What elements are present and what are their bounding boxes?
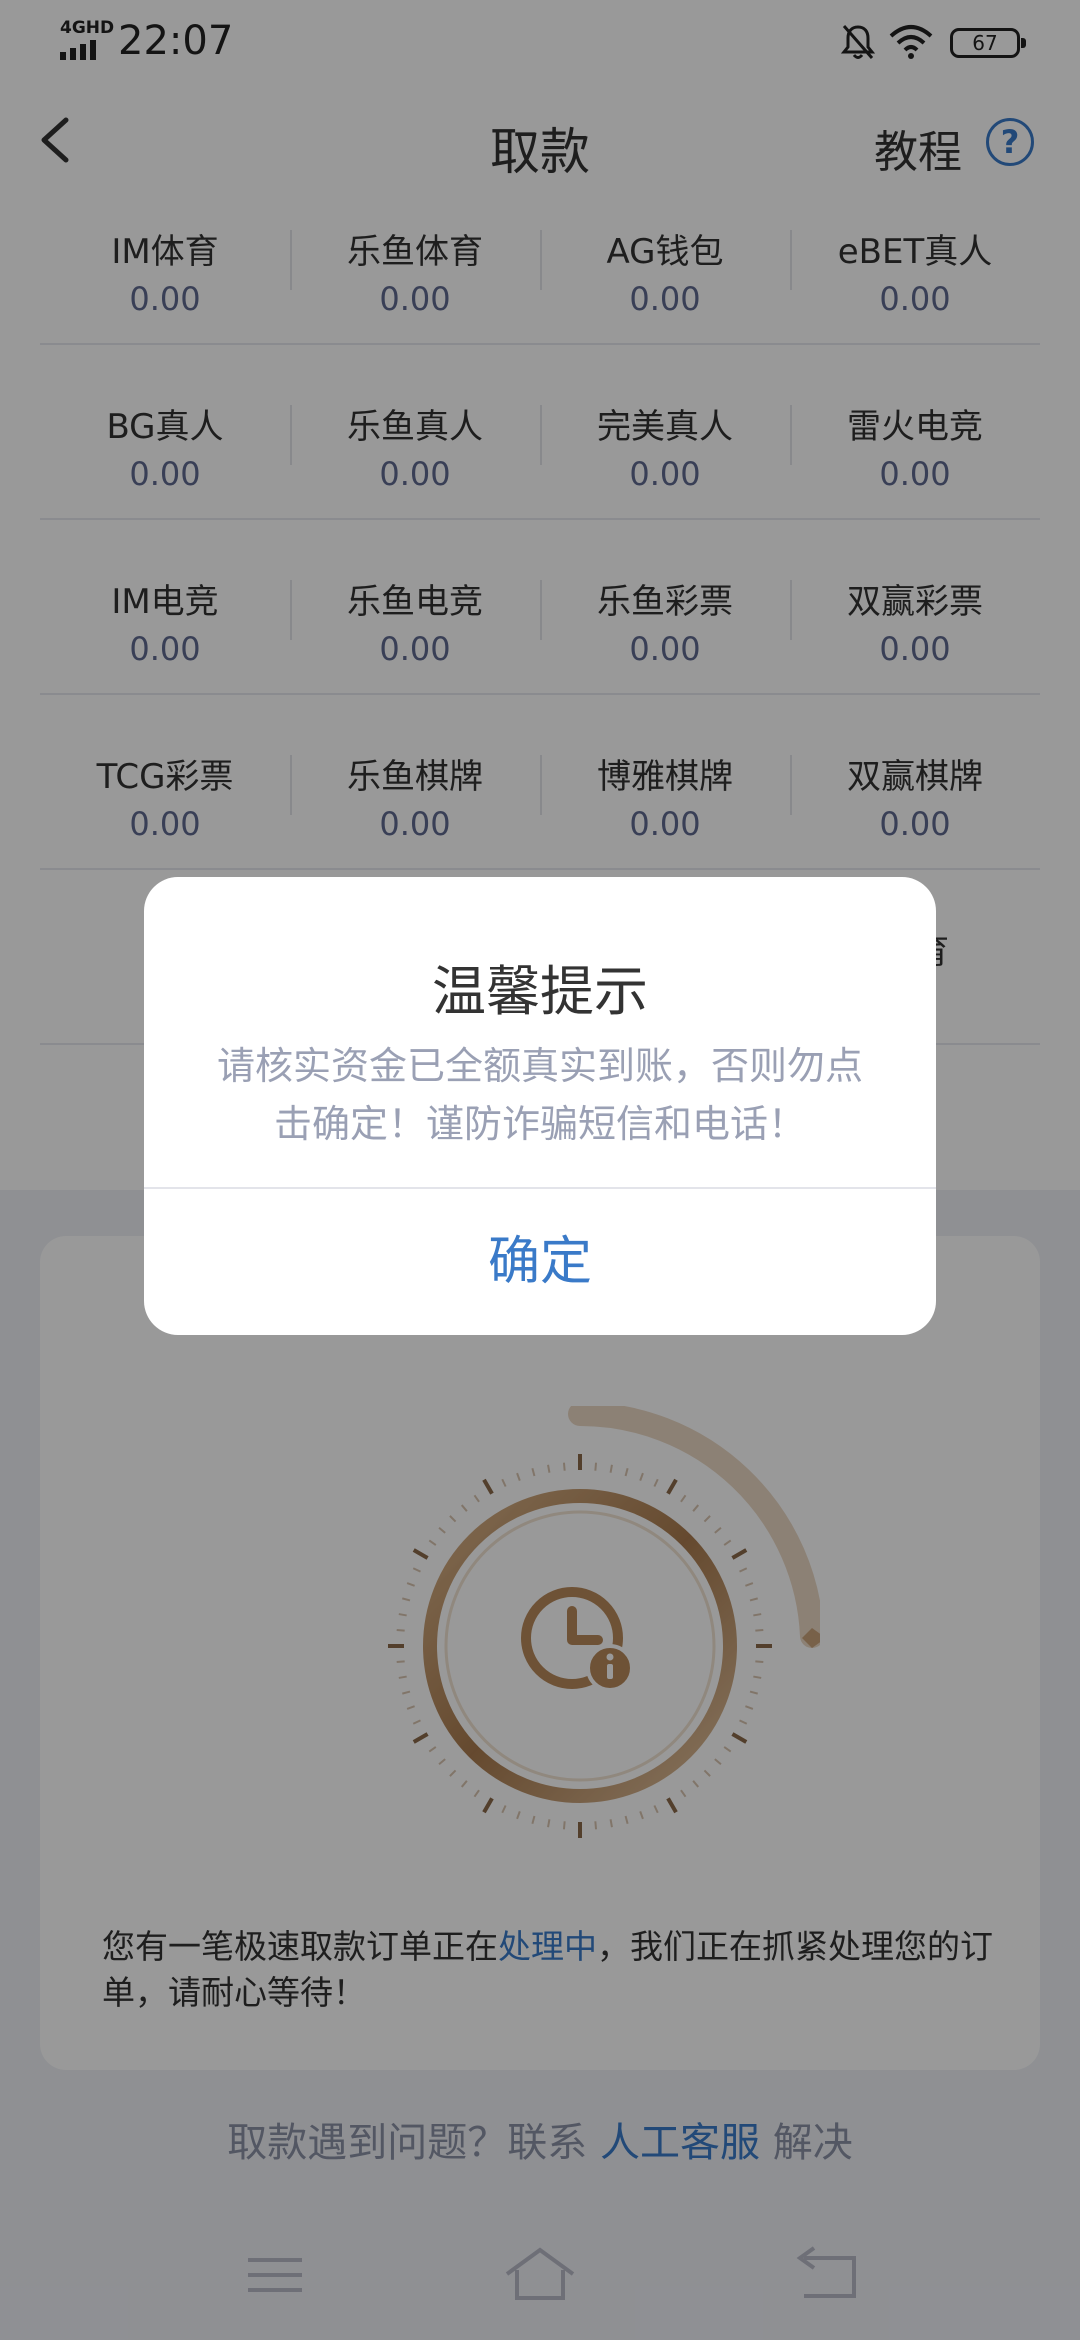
warm-tip-dialog: 温馨提示 请核实资金已全额真实到账，否则勿点击确定！谨防诈骗短信和电话！ 确定 — [144, 877, 936, 1335]
confirm-button[interactable]: 确定 — [144, 1189, 936, 1335]
dialog-title: 温馨提示 — [432, 960, 648, 1023]
dialog-message: 请核实资金已全额真实到账，否则勿点击确定！谨防诈骗短信和电话！ — [216, 1044, 863, 1146]
